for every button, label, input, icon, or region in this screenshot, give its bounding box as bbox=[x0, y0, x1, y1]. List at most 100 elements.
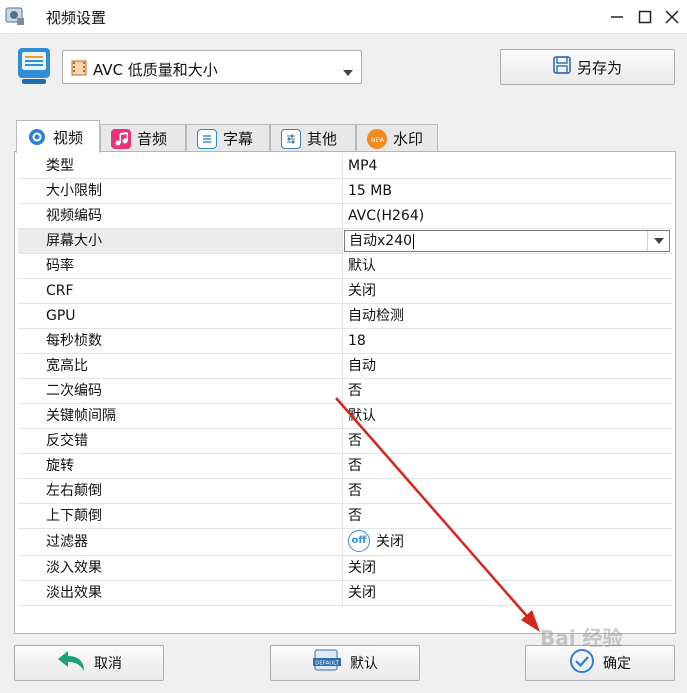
property-value: MP4 bbox=[348, 158, 378, 174]
property-key: GPU bbox=[18, 304, 343, 328]
property-row-flip-vertical[interactable]: 上下颠倒否 bbox=[18, 504, 672, 529]
property-row-aspect-ratio[interactable]: 宽高比 自动 bbox=[18, 354, 672, 379]
tab-other[interactable]: 其他 bbox=[270, 124, 356, 152]
tab-audio[interactable]: 音频 bbox=[100, 124, 186, 152]
property-row-two-pass[interactable]: 二次编码否 bbox=[18, 379, 672, 404]
property-value-cell: 自动x240 bbox=[343, 229, 672, 253]
property-value: 关闭 bbox=[348, 560, 376, 576]
window-title: 视频设置 bbox=[46, 9, 107, 27]
property-row-fade-out[interactable]: 淡出效果 关闭 bbox=[18, 581, 672, 606]
property-panel: 类型 MP4 大小限制 15 MB 视频编码 AVC(H264) 屏幕大小 自动x24… bbox=[14, 151, 676, 634]
cancel-label: 取消 bbox=[94, 656, 122, 672]
property-value: 自动 bbox=[348, 358, 376, 374]
title-bar: 视频设置 bbox=[0, 0, 687, 34]
tab-label: 音频 bbox=[137, 130, 168, 148]
property-row-flip-horizontal[interactable]: 左右颠倒否 bbox=[18, 479, 672, 504]
property-row-crf[interactable]: CRF 关闭 bbox=[18, 279, 672, 304]
property-value: AVC(H264) bbox=[348, 208, 425, 224]
property-value: 18 bbox=[348, 333, 366, 349]
property-key: 码率 bbox=[18, 254, 343, 278]
property-key: 关键帧间隔 bbox=[18, 404, 343, 428]
save-icon bbox=[553, 56, 571, 78]
property-row-deinterlace[interactable]: 反交错否 bbox=[18, 429, 672, 454]
preset-dropdown[interactable]: AVC 低质量和大小 bbox=[62, 50, 362, 84]
property-key: 过滤器 bbox=[18, 529, 343, 555]
property-value-cell: off 关闭 bbox=[343, 529, 672, 555]
app-icon bbox=[4, 5, 26, 27]
film-icon bbox=[71, 60, 87, 80]
screen-size-value: 自动x240 bbox=[349, 233, 413, 249]
watermark-icon: NEW bbox=[367, 128, 387, 149]
music-icon bbox=[111, 128, 131, 149]
property-value: 否 bbox=[348, 483, 362, 499]
cancel-button[interactable]: 取消 bbox=[14, 645, 164, 681]
svg-text:DEFAULT: DEFAULT bbox=[315, 661, 339, 667]
property-key: 视频编码 bbox=[18, 204, 343, 228]
property-key: 旋转 bbox=[18, 454, 343, 478]
property-key: CRF bbox=[18, 279, 343, 303]
screen-size-combobox[interactable]: 自动x240 bbox=[344, 230, 670, 252]
property-row-fps[interactable]: 每秒桢数 18 bbox=[18, 329, 672, 354]
tab-label: 视频 bbox=[53, 128, 84, 147]
property-value: 关闭 bbox=[348, 283, 376, 299]
property-key: 每秒桢数 bbox=[18, 329, 343, 353]
property-row-video-codec[interactable]: 视频编码 AVC(H264) bbox=[18, 204, 672, 229]
chevron-down-icon bbox=[343, 64, 353, 80]
text-caret bbox=[413, 233, 415, 249]
property-key: 屏幕大小 bbox=[18, 229, 343, 253]
undo-arrow-icon bbox=[56, 649, 86, 677]
property-row-bitrate[interactable]: 码率 默认 bbox=[18, 254, 672, 279]
property-row-fade-in[interactable]: 淡入效果 关闭 bbox=[18, 556, 672, 581]
property-key: 大小限制 bbox=[18, 179, 343, 203]
chevron-down-icon[interactable] bbox=[647, 231, 669, 251]
minimize-icon[interactable] bbox=[606, 6, 628, 28]
property-key: 二次编码 bbox=[18, 379, 343, 403]
tab-subtitle[interactable]: 字幕 bbox=[186, 124, 270, 152]
property-value: 否 bbox=[348, 508, 362, 524]
subtitle-icon bbox=[197, 128, 217, 149]
property-value: 默认 bbox=[348, 258, 376, 274]
save-as-button[interactable]: 另存为 bbox=[500, 49, 675, 85]
property-key: 宽高比 bbox=[18, 354, 343, 378]
close-icon[interactable] bbox=[661, 6, 683, 28]
default-label: 默认 bbox=[350, 656, 378, 672]
toggle-off-icon[interactable]: off bbox=[348, 530, 370, 552]
svg-text:NEW: NEW bbox=[371, 137, 384, 143]
property-grid: 类型 MP4 大小限制 15 MB 视频编码 AVC(H264) 屏幕大小 自动x24… bbox=[18, 154, 672, 606]
property-value: 否 bbox=[348, 433, 362, 449]
property-value: 关闭 bbox=[376, 534, 404, 550]
maximize-icon[interactable] bbox=[634, 6, 656, 28]
property-row-screen-size[interactable]: 屏幕大小 自动x240 bbox=[18, 229, 672, 254]
ok-label: 确定 bbox=[603, 656, 631, 672]
property-row-rotate[interactable]: 旋转否 bbox=[18, 454, 672, 479]
preset-list-icon bbox=[16, 46, 52, 86]
tab-label: 水印 bbox=[393, 130, 424, 148]
property-key: 上下颠倒 bbox=[18, 504, 343, 528]
save-as-label: 另存为 bbox=[576, 58, 622, 77]
property-row-type[interactable]: 类型 MP4 bbox=[18, 154, 672, 179]
sliders-icon bbox=[281, 128, 301, 149]
tab-video[interactable]: 视频 bbox=[16, 120, 100, 153]
property-value: 否 bbox=[348, 458, 362, 474]
property-row-size-limit[interactable]: 大小限制 15 MB bbox=[18, 179, 672, 204]
property-key: 左右颠倒 bbox=[18, 479, 343, 503]
tab-label: 其他 bbox=[307, 130, 338, 148]
video-icon bbox=[27, 127, 47, 147]
property-value: 否 bbox=[348, 383, 362, 399]
property-key: 淡入效果 bbox=[18, 556, 343, 580]
default-button[interactable]: DEFAULT 默认 bbox=[270, 645, 420, 681]
property-key: 反交错 bbox=[18, 429, 343, 453]
property-value: 关闭 bbox=[348, 585, 376, 601]
property-row-filter[interactable]: 过滤器 off 关闭 bbox=[18, 529, 672, 556]
property-value: 自动检测 bbox=[348, 308, 404, 324]
preset-value: AVC 低质量和大小 bbox=[93, 61, 218, 79]
tab-label: 字幕 bbox=[223, 130, 254, 148]
property-row-keyframe-interval[interactable]: 关键帧间隔 默认 bbox=[18, 404, 672, 429]
property-key: 类型 bbox=[18, 154, 343, 178]
property-value: 默认 bbox=[348, 408, 376, 424]
check-circle-icon bbox=[569, 648, 595, 678]
property-row-gpu[interactable]: GPU 自动检测 bbox=[18, 304, 672, 329]
property-value: 15 MB bbox=[348, 183, 392, 199]
tab-watermark[interactable]: NEW 水印 bbox=[356, 124, 438, 152]
default-icon: DEFAULT bbox=[312, 649, 342, 677]
